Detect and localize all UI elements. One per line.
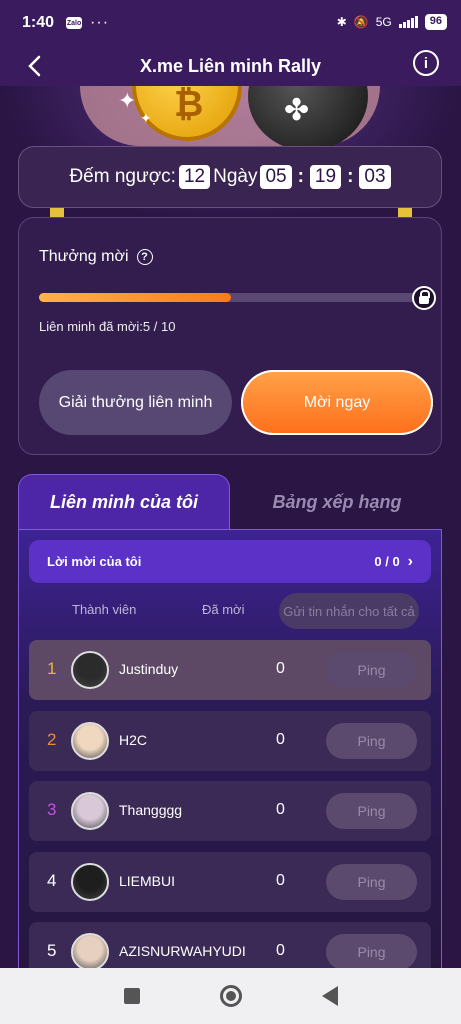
battery-icon: 96	[424, 14, 447, 30]
invite-reward-card: Thưởng mời ? Liên minh đã mời:5 / 10 Giả…	[18, 217, 442, 455]
alliance-invited-count: Liên minh đã mời:5 / 10	[39, 319, 176, 334]
member-name: AZISNURWAHYUDI	[119, 943, 246, 959]
member-avatar	[71, 862, 109, 901]
member-rank: 3	[47, 800, 57, 819]
member-invited-count: 0	[276, 801, 285, 818]
member-row: 4 LIEMBUI 0 Ping	[29, 851, 431, 912]
column-header-invited: Đã mời	[202, 602, 245, 617]
system-nav-bar	[0, 968, 461, 1024]
reward-title-row: Thưởng mời ?	[39, 248, 153, 266]
member-invited-count: 0	[276, 660, 285, 677]
chevron-right-icon: ›	[407, 552, 413, 570]
ping-button[interactable]: Ping	[326, 793, 417, 829]
sparkle-icon: ✦	[118, 88, 137, 113]
member-rank: 5	[47, 941, 57, 960]
app-header: X.me Liên minh Rally i	[0, 46, 461, 86]
back-button[interactable]	[22, 52, 46, 80]
my-invites-count: 0 / 0	[374, 554, 400, 569]
alliance-rewards-button[interactable]: Giải thưởng liên minh	[39, 370, 232, 435]
member-row: 3 Thangggg 0 Ping	[29, 781, 431, 841]
sparkle-icon: ✦	[140, 110, 152, 126]
alliance-list-panel: Lời mời của tôi 0 / 0 › Thành viên Đã mờ…	[18, 529, 442, 982]
countdown-days: 12	[178, 165, 211, 189]
countdown-minutes: 19	[309, 165, 342, 189]
mute-icon: 🔕	[353, 15, 369, 29]
ping-button[interactable]: Ping	[326, 934, 417, 970]
column-header-member: Thành viên	[72, 602, 137, 617]
status-time: 1:40	[22, 14, 55, 31]
reward-title: Thưởng mời	[39, 248, 129, 265]
member-row: 2 H2C 0 Ping	[29, 710, 431, 771]
member-name: LIEMBUI	[119, 872, 176, 889]
countdown-hours: 05	[260, 165, 292, 189]
tab-leaderboard[interactable]: Bảng xếp hạng	[232, 474, 442, 530]
help-icon[interactable]: ?	[136, 249, 153, 265]
member-rank: 4	[47, 870, 57, 890]
member-invited-count: 0	[276, 730, 285, 748]
zalo-notification-icon: Zalo	[66, 17, 83, 29]
countdown-separator: :	[347, 166, 354, 187]
member-invited-count: 0	[276, 871, 285, 889]
network-type-label: 5G	[375, 15, 392, 29]
system-back-button[interactable]	[321, 986, 338, 1006]
member-name: H2C	[119, 731, 148, 748]
member-rank: 2	[47, 729, 57, 749]
chevron-left-icon	[28, 55, 41, 77]
page-title: X.me Liên minh Rally	[139, 55, 322, 76]
countdown-separator: :	[297, 166, 304, 187]
countdown-days-label: Ngày	[213, 166, 258, 187]
member-row: 1 Justinduy 0 Ping	[29, 640, 431, 700]
recent-apps-button[interactable]	[123, 988, 140, 1004]
info-icon: i	[423, 54, 429, 72]
my-invites-label: Lời mời của tôi	[47, 554, 142, 569]
invite-progress-bar	[39, 293, 423, 302]
signal-icon	[398, 16, 418, 28]
countdown-seconds: 03	[359, 165, 391, 189]
tab-my-alliance[interactable]: Liên minh của tôi	[18, 474, 230, 530]
lock-icon	[412, 286, 436, 310]
member-avatar	[71, 792, 109, 830]
message-all-button[interactable]: Gửi tin nhắn cho tất cả	[279, 593, 419, 629]
countdown-label: Đếm ngược:	[69, 166, 176, 187]
info-button[interactable]: i	[413, 50, 439, 76]
member-name: Justinduy	[119, 661, 179, 677]
status-bar: 1:40 Zalo ··· ✱ 🔕 5G 96	[0, 0, 461, 46]
member-avatar	[71, 651, 109, 689]
member-invited-count: 0	[276, 942, 285, 959]
ping-button[interactable]: Ping	[326, 652, 417, 688]
ping-button[interactable]: Ping	[326, 722, 417, 759]
more-notifications-icon: ···	[90, 14, 110, 31]
invite-now-button[interactable]: Mời ngay	[241, 370, 433, 435]
my-invites-row[interactable]: Lời mời của tôi 0 / 0 ›	[29, 540, 431, 583]
ping-button[interactable]: Ping	[326, 863, 417, 900]
member-name: Thangggg	[119, 802, 183, 818]
countdown-timer: Đếm ngược: 12 Ngày 05 : 19 : 03	[18, 146, 442, 208]
invite-progress-fill	[39, 293, 231, 302]
member-avatar	[71, 721, 109, 760]
member-avatar	[71, 933, 109, 971]
bluetooth-icon: ✱	[336, 15, 347, 29]
home-button[interactable]	[219, 985, 242, 1007]
member-rank: 1	[47, 659, 57, 678]
status-icons: ✱ 🔕 5G 96	[337, 14, 447, 30]
